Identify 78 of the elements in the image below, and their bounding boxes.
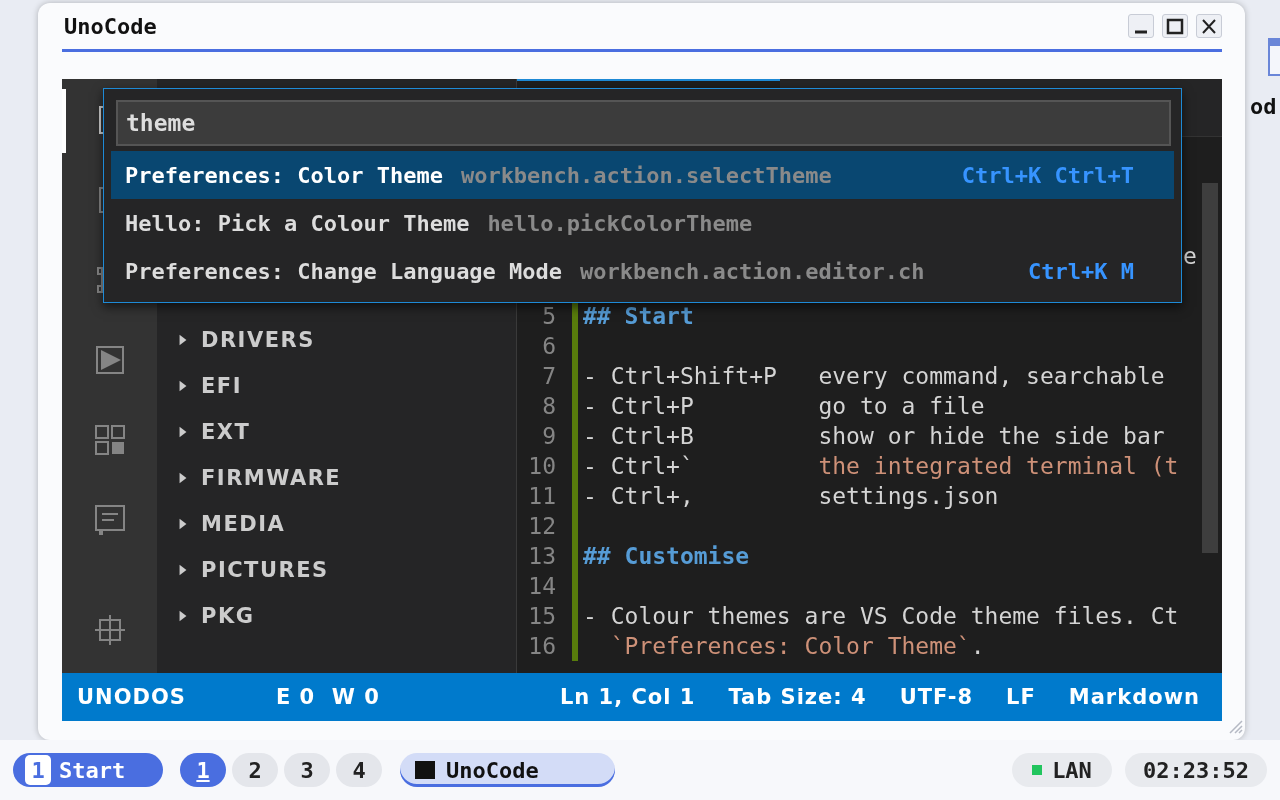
line-number: 13 [527, 543, 557, 569]
minimize-icon[interactable] [1135, 30, 1147, 33]
line-number: 16 [527, 633, 557, 659]
minimize-button[interactable] [1128, 14, 1154, 38]
comment-icon[interactable] [93, 504, 126, 536]
workspace-badge: 1 [25, 755, 51, 785]
desktop-icon-label[interactable]: od [1250, 94, 1277, 119]
network-label: LAN [1052, 757, 1092, 783]
code-fragment: e [1183, 243, 1197, 269]
resize-grip-icon[interactable] [1227, 718, 1243, 734]
workspace-button[interactable]: 4 [336, 753, 382, 787]
collapsed-arrow-icon[interactable] [177, 563, 189, 577]
collapsed-arrow-icon[interactable] [177, 517, 189, 531]
terminal-icon [414, 760, 436, 780]
window-title: UnoCode [64, 13, 158, 39]
grid-icon[interactable] [93, 424, 126, 456]
code-line: - Ctrl+` the integrated terminal (t [583, 453, 1179, 479]
folder-name[interactable]: PICTURES [201, 558, 329, 582]
workspace-button[interactable]: 2 [232, 753, 278, 787]
status-item[interactable]: UTF-8 [899, 685, 974, 709]
close-button[interactable] [1196, 14, 1222, 38]
code-line: - Colour themes are VS Code theme files. Ct [583, 603, 1179, 629]
command-item[interactable]: Preferences: Change Language Mode workbench.action.editor.ch Ctrl+K M [111, 247, 1174, 295]
command-label: Hello: Pick a Colour Theme [125, 210, 470, 236]
code-line: `Preferences: Color Theme`. [609, 633, 985, 659]
keybinding: Ctrl+K Ctrl+T [960, 162, 1134, 188]
line-number: 8 [541, 393, 557, 419]
command-label: Preferences: Color Theme [125, 162, 443, 188]
status-item[interactable]: Ln 1, Col 1 [559, 685, 696, 709]
command-id: hello.pickColorTheme [487, 210, 753, 236]
workspace-button[interactable]: 1 [180, 753, 226, 787]
status-item[interactable]: Tab Size: 4 [728, 685, 867, 709]
status-item[interactable]: UNODOS [77, 685, 186, 709]
command-item[interactable]: Hello: Pick a Colour Theme hello.pickColorTheme [111, 199, 1174, 247]
code-line: ## Start [583, 303, 694, 329]
close-icon[interactable] [1202, 18, 1216, 34]
crosshair-icon[interactable] [93, 614, 126, 646]
collapsed-arrow-icon[interactable] [177, 333, 189, 347]
workspace-button[interactable]: 3 [284, 753, 330, 787]
line-number: 11 [527, 483, 557, 509]
folder-name[interactable]: FIRMWARE [201, 466, 342, 490]
folder-name[interactable]: MEDIA [201, 512, 286, 536]
folder-name[interactable]: EXT [201, 420, 251, 444]
collapsed-arrow-icon[interactable] [177, 425, 189, 439]
folder-name[interactable]: PKG [201, 604, 255, 628]
status-item[interactable]: Markdown [1068, 685, 1200, 709]
line-number: 14 [527, 573, 557, 599]
task-button[interactable]: UnoCode [400, 753, 615, 787]
code-line: - Ctrl+, settings.json [583, 483, 999, 509]
command-id: workbench.action.editor.ch [580, 258, 925, 284]
line-number: 12 [527, 513, 557, 539]
collapsed-arrow-icon[interactable] [177, 379, 189, 393]
line-number: 9 [541, 423, 557, 449]
line-number: 6 [541, 333, 557, 359]
folder-name[interactable]: DRIVERS [201, 328, 315, 352]
line-number: 5 [541, 303, 557, 329]
start-button[interactable]: 1 Start [13, 753, 163, 787]
folder-name[interactable]: EFI [201, 374, 242, 398]
code-line: - Ctrl+P go to a file [583, 393, 985, 419]
collapsed-arrow-icon[interactable] [177, 471, 189, 485]
code-line: ## Customise [583, 543, 750, 569]
command-label: Preferences: Change Language Mode [125, 258, 563, 284]
keybinding: Ctrl+K M [1027, 258, 1134, 284]
command-input[interactable]: theme [116, 100, 1171, 146]
line-number: 15 [527, 603, 557, 629]
network-indicator[interactable]: LAN [1012, 753, 1112, 787]
collapsed-arrow-icon[interactable] [177, 609, 189, 623]
command-id: workbench.action.selectTheme [460, 162, 832, 188]
code-line: - Ctrl+B show or hide the side bar [583, 423, 1165, 449]
line-number: 10 [527, 453, 557, 479]
command-item[interactable]: Preferences: Color Theme workbench.action.selectTheme Ctrl+K Ctrl+T [111, 151, 1174, 199]
clock[interactable]: 02:23:52 [1125, 753, 1267, 787]
status-item[interactable]: LF [1006, 685, 1036, 709]
scrollbar-thumb[interactable] [1202, 183, 1218, 553]
play-icon[interactable] [93, 344, 126, 376]
status-item[interactable]: E 0 W 0 [275, 685, 380, 709]
code-line: - Ctrl+Shift+P every command, searchable [583, 363, 1165, 389]
line-number: 7 [541, 363, 557, 389]
